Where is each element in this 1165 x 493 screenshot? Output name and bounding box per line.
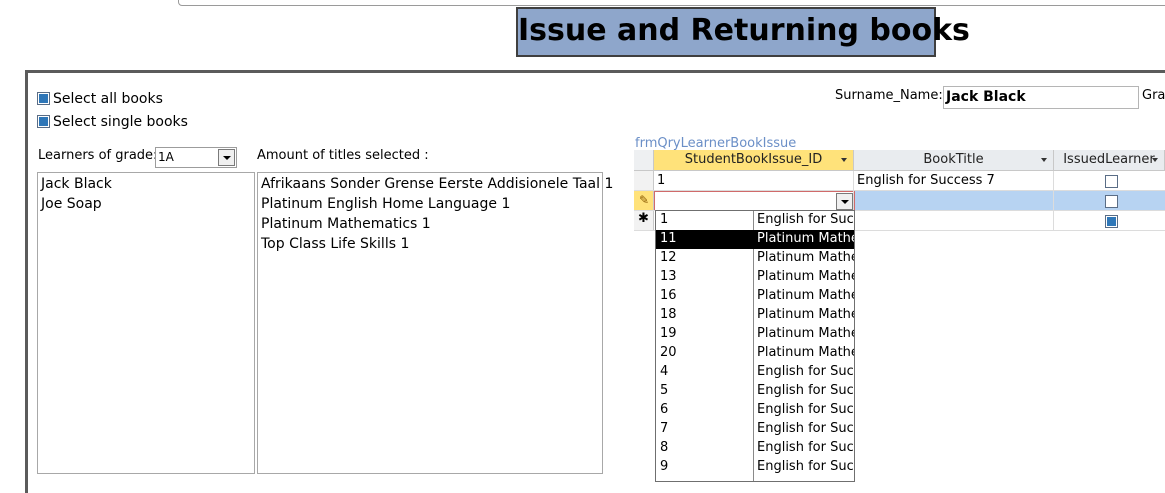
sort-arrow-icon[interactable] [1152,158,1158,162]
column-header-studentbookissue-id[interactable]: StudentBookIssue_ID [654,150,854,171]
window-top-edge [178,0,1165,6]
column-divider [1053,171,1054,231]
column-header-issuedlearner[interactable]: IssuedLearner [1054,150,1165,171]
sort-arrow-icon[interactable] [1041,158,1047,162]
title-item[interactable]: Top Class Life Skills 1 [261,236,409,252]
dropdown-option[interactable]: 13 Platinum Mathe [656,268,854,287]
chevron-down-icon[interactable] [218,149,235,166]
cell-studentbookissue-id[interactable]: 1 [657,171,665,190]
column-header-booktitle[interactable]: BookTitle [854,150,1054,171]
new-record-icon: ✱ [638,211,649,226]
select-all-corner[interactable] [634,150,654,171]
id-dropdown-list[interactable]: 1English for Succe 11Platinum Mathe 12Pl… [655,210,855,482]
surname-field[interactable]: Jack Black [943,86,1139,109]
title-item[interactable]: Platinum English Home Language 1 [261,196,510,212]
id-combo-editing[interactable] [654,191,855,211]
form-title: Issue and Returning books [518,13,970,48]
dropdown-option[interactable]: 18 Platinum Mathe [656,306,854,325]
cell-booktitle[interactable]: English for Success 7 [857,171,995,190]
dropdown-option[interactable]: 7English for Succe [656,420,854,439]
learner-item[interactable]: Jack Black [41,176,112,192]
dropdown-option-highlighted[interactable]: 11 Platinum Mathe [656,230,854,249]
dropdown-option[interactable]: 6English for Succe [656,401,854,420]
grade-combobox[interactable]: 1A [155,147,237,168]
dropdown-option[interactable]: 16 Platinum Mathe [656,287,854,306]
row-selector[interactable] [634,171,654,191]
column-header-label: IssuedLearner [1063,152,1155,167]
dropdown-option[interactable]: 4English for Succe [656,363,854,382]
issued-learner-checkbox[interactable] [1105,175,1118,188]
subform-caption: frmQryLearnerBookIssue [635,136,797,151]
dropdown-option[interactable]: 5English for Succe [656,382,854,401]
learners-listbox[interactable]: Jack Black Joe Soap [37,172,255,474]
column-header-label: BookTitle [923,152,984,167]
chevron-down-icon[interactable] [836,193,853,210]
dropdown-option[interactable]: 12 Platinum Mathe [656,249,854,268]
surname-value: Jack Black [946,89,1026,105]
row-selector-editing[interactable]: ✎ [634,191,654,211]
issued-learner-checkbox[interactable] [1105,215,1118,228]
sort-arrow-icon[interactable] [841,158,847,162]
dropdown-option[interactable]: 19 Platinum Mathe [656,325,854,344]
column-header-label: StudentBookIssue_ID [684,152,823,167]
title-item[interactable]: Afrikaans Sonder Grense Eerste Addisione… [261,176,613,192]
learners-grade-label: Learners of grade: [38,148,158,163]
row-selector-new[interactable]: ✱ [634,211,654,231]
select-single-books-label: Select single books [53,114,188,130]
dropdown-option[interactable]: 8English for Succe [656,439,854,458]
dropdown-option[interactable]: 1English for Succe [656,211,854,230]
titles-selected-label: Amount of titles selected : [257,148,429,163]
pencil-icon: ✎ [639,193,650,207]
titles-listbox[interactable]: Afrikaans Sonder Grense Eerste Addisione… [257,172,613,474]
surname-label: Surname_Name: [835,88,943,103]
select-all-books-checkbox[interactable] [37,92,50,105]
select-single-books-checkbox[interactable] [37,115,50,128]
issued-learner-checkbox[interactable] [1105,195,1118,208]
dropdown-option[interactable]: 9English for Succe [656,458,854,477]
select-all-books-label: Select all books [53,91,163,107]
grade-value: 1A [158,150,174,164]
form-title-box: Issue and Returning books [516,7,970,57]
dropdown-option[interactable]: 20 Platinum Mathe [656,344,854,363]
title-item[interactable]: Platinum Mathematics 1 [261,216,431,232]
grade-label-partial: Gra [1142,88,1165,103]
learner-item[interactable]: Joe Soap [41,196,102,212]
